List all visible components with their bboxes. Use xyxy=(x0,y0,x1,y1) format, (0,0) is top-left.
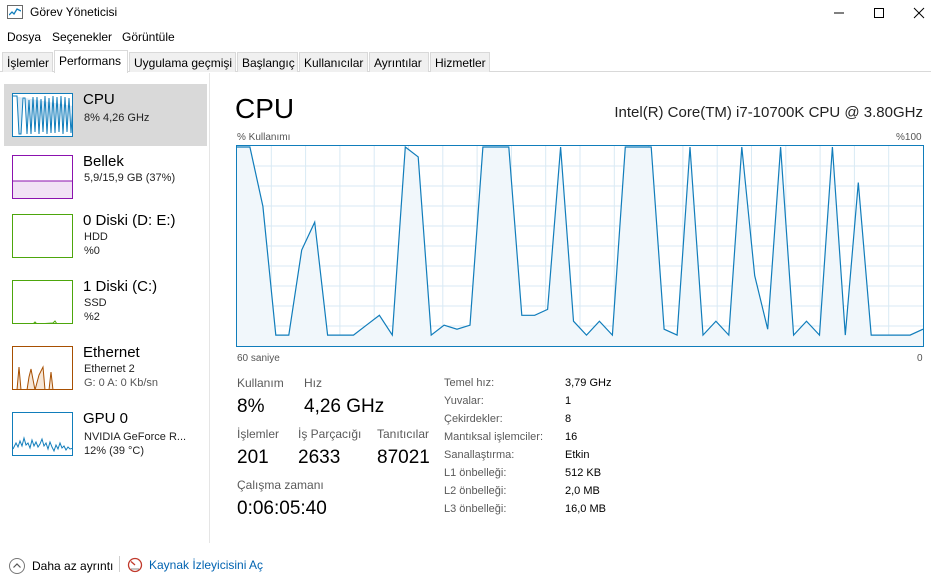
spec-value: 16 xyxy=(565,431,578,443)
minimize-icon xyxy=(834,12,844,14)
handles-value: 87021 xyxy=(377,447,430,468)
spec-value: 3,79 GHz xyxy=(565,377,612,389)
sidebar-item-disk-1[interactable]: 1 Diski (C:) SSD %2 xyxy=(4,271,207,333)
tab-app-history[interactable]: Uygulama geçmişi xyxy=(129,52,236,72)
threads-label: İş Parçacığı xyxy=(298,427,362,441)
sidebar-item-title: CPU xyxy=(83,91,115,108)
sidebar-item-detail: G: 0 A: 0 Kb/sn xyxy=(84,377,158,389)
sidebar-item-detail: 5,9/15,9 GB (37%) xyxy=(84,172,176,184)
tab-bar: İşlemler Performans Uygulama geçmişi Baş… xyxy=(0,50,931,73)
tab-services[interactable]: Hizmetler xyxy=(430,52,490,72)
graph-time-start: 60 saniye xyxy=(237,353,280,364)
sidebar-item-title: 0 Diski (D: E:) xyxy=(83,212,176,229)
sidebar-item-detail: Ethernet 2 xyxy=(84,363,135,375)
spec-label: Mantıksal işlemciler: xyxy=(444,431,544,443)
close-button[interactable] xyxy=(896,0,931,26)
speed-label: Hız xyxy=(304,376,322,390)
spec-value: 16,0 MB xyxy=(565,503,606,515)
sidebar-item-gpu[interactable]: GPU 0 NVIDIA GeForce R... 12% (39 °C) xyxy=(4,403,207,465)
cpu-model-name: Intel(R) Core(TM) i7-10700K CPU @ 3.80GH… xyxy=(614,104,923,121)
disk0-thumbnail-graph xyxy=(12,214,73,258)
graph-time-end: 0 xyxy=(917,353,923,364)
title-bar: Görev Yöneticisi xyxy=(0,0,931,26)
sidebar-item-detail: %0 xyxy=(84,245,100,257)
sidebar-item-detail: SSD xyxy=(84,297,107,309)
spec-label: L3 önbelleği: xyxy=(444,503,507,515)
spec-label: Yuvalar: xyxy=(444,395,484,407)
graph-y-max: %100 xyxy=(896,132,922,143)
uptime-value: 0:06:05:40 xyxy=(237,498,327,519)
tab-performance[interactable]: Performans xyxy=(54,50,128,73)
processes-label: İşlemler xyxy=(237,427,280,441)
footer-bar: Daha az ayrıntı Kaynak İzleyicisini Aç xyxy=(0,548,931,584)
task-manager-icon xyxy=(7,5,23,19)
tab-details[interactable]: Ayrıntılar xyxy=(369,52,429,72)
cpu-thumbnail-graph xyxy=(12,93,73,137)
sidebar-item-memory[interactable]: Bellek 5,9/15,9 GB (37%) xyxy=(4,146,207,208)
open-resource-monitor-link[interactable]: Kaynak İzleyicisini Aç xyxy=(127,557,263,573)
fewer-details-label: Daha az ayrıntı xyxy=(32,559,114,573)
maximize-icon xyxy=(874,8,884,18)
footer-separator xyxy=(119,556,120,572)
utilization-label: Kullanım xyxy=(237,376,284,390)
handles-label: Tanıtıcılar xyxy=(377,427,430,441)
spec-value: 1 xyxy=(565,395,572,407)
spec-label: Sanallaştırma: xyxy=(444,449,515,461)
gpu-thumbnail-graph xyxy=(12,412,73,456)
threads-value: 2633 xyxy=(298,447,341,468)
cpu-usage-plot xyxy=(237,146,923,346)
spec-value: Etkin xyxy=(565,449,590,461)
speed-value: 4,26 GHz xyxy=(304,396,385,417)
menu-view[interactable]: Görüntüle xyxy=(122,30,175,44)
spec-value: 512 KB xyxy=(565,467,602,479)
spec-value: 2,0 MB xyxy=(565,485,600,497)
sidebar-item-detail: NVIDIA GeForce R... xyxy=(84,431,187,443)
sidebar-item-detail: %2 xyxy=(84,311,100,323)
sidebar-item-detail: HDD xyxy=(84,231,108,243)
ethernet-thumbnail-graph xyxy=(12,346,73,390)
disk1-thumbnail-graph xyxy=(12,280,73,324)
menu-bar: Dosya Seçenekler Görüntüle xyxy=(0,27,931,47)
sidebar-item-title: Bellek xyxy=(83,153,124,170)
utilization-value: 8% xyxy=(237,396,265,417)
tab-startup[interactable]: Başlangıç xyxy=(237,52,298,72)
window-title: Görev Yöneticisi xyxy=(30,5,118,19)
resource-monitor-label: Kaynak İzleyicisini Aç xyxy=(149,558,264,572)
sidebar-item-title: Ethernet xyxy=(83,344,140,361)
sidebar-item-cpu[interactable]: CPU 8% 4,26 GHz xyxy=(4,84,207,146)
sidebar-item-title: GPU 0 xyxy=(83,410,129,427)
close-icon xyxy=(913,7,925,19)
spec-label: Temel hız: xyxy=(444,377,495,389)
sidebar-item-disk-0[interactable]: 0 Diski (D: E:) HDD %0 xyxy=(4,205,207,267)
spec-label: L2 önbelleği: xyxy=(444,485,507,497)
spec-label: Çekirdekler: xyxy=(444,413,503,425)
sidebar-item-title: 1 Diski (C:) xyxy=(83,278,158,295)
menu-options[interactable]: Seçenekler xyxy=(52,30,112,44)
resource-sidebar: CPU 8% 4,26 GHz Bellek 5,9/15,9 GB (37%)… xyxy=(0,73,210,543)
sidebar-item-detail: 12% (39 °C) xyxy=(84,445,145,457)
cpu-usage-graph xyxy=(236,145,924,347)
spec-value: 8 xyxy=(565,413,572,425)
fewer-details-button[interactable]: Daha az ayrıntı xyxy=(8,557,113,575)
sidebar-item-detail: 8% 4,26 GHz xyxy=(84,112,150,124)
sidebar-item-ethernet[interactable]: Ethernet Ethernet 2 G: 0 A: 0 Kb/sn xyxy=(4,337,207,399)
resource-monitor-icon xyxy=(127,557,143,573)
uptime-label: Çalışma zamanı xyxy=(237,478,324,492)
chevron-up-circle-icon xyxy=(9,558,25,574)
tab-users[interactable]: Kullanıcılar xyxy=(299,52,368,72)
menu-file[interactable]: Dosya xyxy=(7,30,41,44)
memory-thumbnail-graph xyxy=(12,155,73,199)
spec-label: L1 önbelleği: xyxy=(444,467,507,479)
tab-processes[interactable]: İşlemler xyxy=(2,52,53,72)
page-title: CPU xyxy=(235,93,295,124)
processes-value: 201 xyxy=(237,447,269,468)
graph-y-label: % Kullanımı xyxy=(237,132,291,143)
